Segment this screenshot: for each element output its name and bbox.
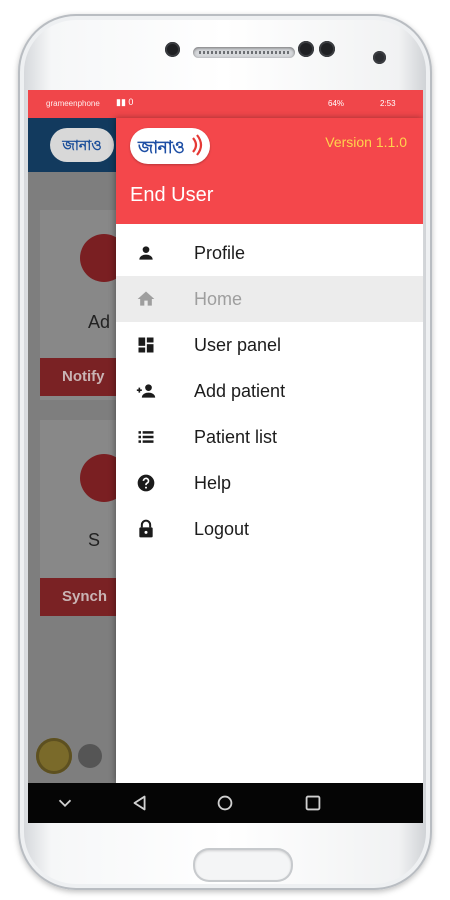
- navigation-drawer: জানাও Version 1.1.0 End User Profile Hom…: [116, 118, 423, 783]
- menu-item-logout[interactable]: Logout: [116, 506, 423, 552]
- list-icon: [136, 427, 156, 447]
- lock-icon: [136, 519, 156, 539]
- menu-item-label: Home: [194, 289, 243, 309]
- proximity-sensor: [298, 41, 314, 57]
- home-icon: [136, 289, 156, 309]
- menu-item-help[interactable]: Help: [116, 460, 423, 506]
- android-navigation-bar: [28, 783, 423, 823]
- menu-item-label: User panel: [194, 335, 282, 355]
- carrier-name: grameenphone: [46, 99, 100, 108]
- broadcast-wave-icon: [192, 134, 203, 156]
- front-camera: [165, 42, 180, 57]
- help-icon: [136, 473, 156, 493]
- menu-item-label: Help: [194, 473, 232, 493]
- menu-item-home[interactable]: Home: [116, 276, 423, 322]
- back-icon[interactable]: [129, 792, 151, 814]
- menu-item-add-patient[interactable]: Add patient: [116, 368, 423, 414]
- menu-item-label: Profile: [194, 243, 246, 263]
- app-logo: জানাও: [130, 128, 210, 164]
- screen: grameenphone ▮▮ 0 64% 2:53 জানাও Ad Noti…: [28, 90, 423, 823]
- drawer-header: জানাও Version 1.1.0 End User: [116, 118, 423, 224]
- battery-level: 64%: [328, 99, 345, 108]
- menu-item-label: Logout: [194, 519, 250, 539]
- menu-item-patient-list[interactable]: Patient list: [116, 414, 423, 460]
- app-version: Version 1.1.0: [325, 134, 407, 150]
- light-sensor: [319, 41, 335, 57]
- background-app-logo: জানাও: [50, 128, 114, 162]
- user-role-title: End User: [130, 184, 214, 206]
- government-seal-icon: [36, 738, 72, 774]
- menu-item-label: Add patient: [194, 381, 286, 401]
- person-icon: [136, 243, 156, 263]
- background-card-label: S: [88, 530, 101, 550]
- menu-item-profile[interactable]: Profile: [116, 230, 423, 276]
- person-add-icon: [136, 381, 156, 401]
- signal-indicator: ▮▮ 0: [116, 97, 134, 107]
- menu-item-user-panel[interactable]: User panel: [116, 322, 423, 368]
- recents-icon[interactable]: [302, 792, 324, 814]
- chevron-down-icon[interactable]: [54, 792, 76, 814]
- menu-item-label: Patient list: [194, 427, 278, 447]
- hardware-home-button[interactable]: [195, 850, 291, 880]
- background-card-label: Ad: [88, 312, 111, 332]
- partner-logo-icon: [78, 744, 102, 768]
- status-bar: grameenphone ▮▮ 0 64% 2:53: [28, 90, 423, 118]
- clock: 2:53: [380, 99, 396, 108]
- app-logo-text: জানাও: [138, 138, 185, 157]
- secondary-camera: [373, 51, 386, 64]
- earpiece-speaker: [193, 47, 295, 58]
- home-circle-icon[interactable]: [214, 792, 236, 814]
- dashboard-icon: [136, 335, 156, 355]
- drawer-menu: Profile Home User panel Add patient Pati…: [116, 230, 423, 552]
